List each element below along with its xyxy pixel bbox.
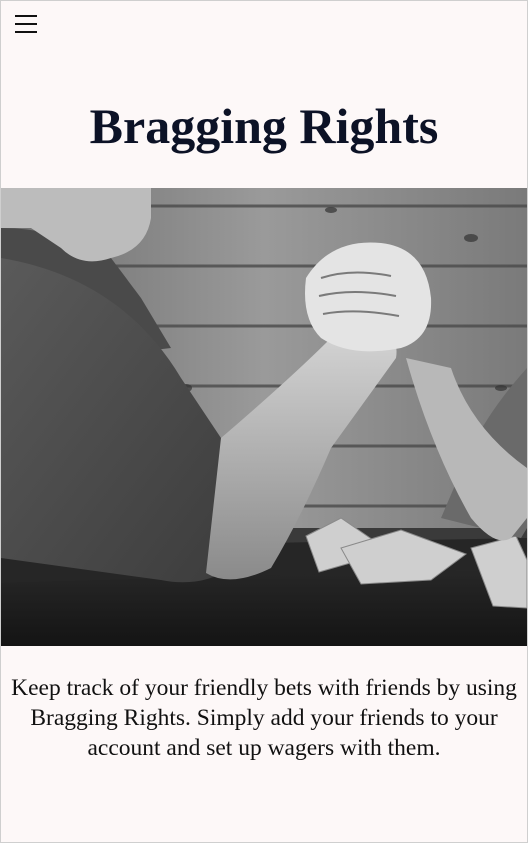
menu-bar-bottom — [15, 31, 37, 33]
intro-text: Keep track of your friendly bets with fr… — [11, 675, 517, 761]
hamburger-menu-icon[interactable] — [13, 10, 41, 38]
menu-bar-middle — [15, 23, 37, 25]
menu-bar-top — [15, 15, 37, 17]
page-title: Bragging Rights — [89, 98, 439, 154]
hero-image — [1, 188, 527, 646]
